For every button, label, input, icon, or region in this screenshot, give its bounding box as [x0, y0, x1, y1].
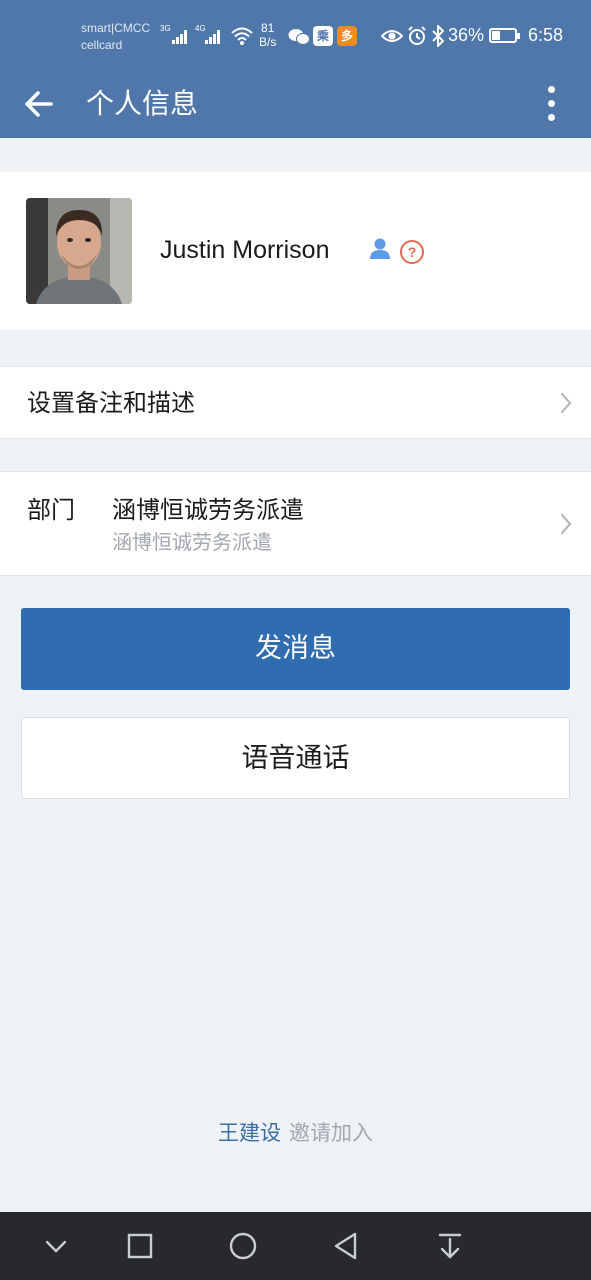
signal-type-label: 3G	[160, 24, 171, 33]
home-icon[interactable]	[228, 1230, 258, 1262]
department-value: 涵博恒诚劳务派遣	[112, 496, 304, 524]
alarm-icon	[408, 26, 426, 45]
battery-icon	[489, 28, 520, 43]
inviter-name-link[interactable]: 王建设	[218, 1121, 281, 1145]
chevron-right-icon	[560, 392, 572, 414]
set-remark-row[interactable]: 设置备注和描述	[0, 366, 591, 439]
department-sub-value: 涵博恒诚劳务派遣	[112, 530, 272, 554]
app-header: 个人信息	[0, 70, 591, 138]
page-title: 个人信息	[86, 87, 199, 120]
battery-level-fill	[492, 31, 500, 40]
bluetooth-icon	[432, 25, 445, 47]
profile-card: Justin Morrison ?	[0, 172, 591, 330]
signal-type-label-2: 4G	[195, 24, 206, 33]
contact-name: Justin Morrison	[160, 236, 330, 264]
network-speed: 81 B/s	[259, 21, 277, 49]
more-dot-icon	[548, 86, 555, 93]
voice-call-button[interactable]: 语音通话	[21, 717, 570, 799]
wechat-icon	[288, 29, 310, 45]
chevron-right-icon	[560, 513, 572, 535]
eye-icon	[381, 30, 403, 42]
back-button[interactable]	[20, 82, 64, 126]
department-label: 部门	[27, 496, 75, 524]
more-options-button[interactable]	[532, 80, 570, 128]
signal-strength-icon-2: 4G	[195, 24, 225, 44]
send-message-button[interactable]: 发消息	[21, 608, 570, 690]
user-icon	[370, 238, 390, 259]
carrier-info: smart|CMCC cellcard	[81, 20, 150, 54]
system-nav-bar	[0, 1212, 591, 1280]
recent-apps-icon[interactable]	[126, 1230, 154, 1262]
app-icon-orange: 多	[337, 26, 357, 46]
invite-text: 邀请加入	[289, 1121, 373, 1145]
back-nav-icon[interactable]	[332, 1230, 360, 1262]
invite-info: 王建设 邀请加入	[0, 1118, 591, 1148]
status-bar: smart|CMCC cellcard 3G 4G 81 B/s 乘 多 36%…	[0, 0, 591, 70]
carrier-line-1: smart|CMCC	[81, 21, 151, 35]
signal-strength-icon: 3G	[160, 24, 190, 44]
set-remark-label: 设置备注和描述	[27, 389, 195, 417]
help-icon[interactable]: ?	[400, 240, 424, 264]
app-icon-blue: 乘	[313, 26, 333, 46]
avatar[interactable]	[26, 198, 132, 304]
avatar-photo	[26, 198, 132, 304]
status-time: 6:58	[528, 25, 564, 45]
chevron-down-icon[interactable]	[42, 1230, 70, 1262]
wifi-icon	[231, 27, 253, 45]
department-row[interactable]: 部门 涵博恒诚劳务派遣 涵博恒诚劳务派遣	[0, 471, 591, 576]
notification-pulldown-icon[interactable]	[436, 1230, 464, 1262]
back-arrow-icon	[25, 91, 53, 117]
battery-percent: 36%	[448, 25, 485, 45]
carrier-line-2: cellcard	[81, 38, 123, 52]
